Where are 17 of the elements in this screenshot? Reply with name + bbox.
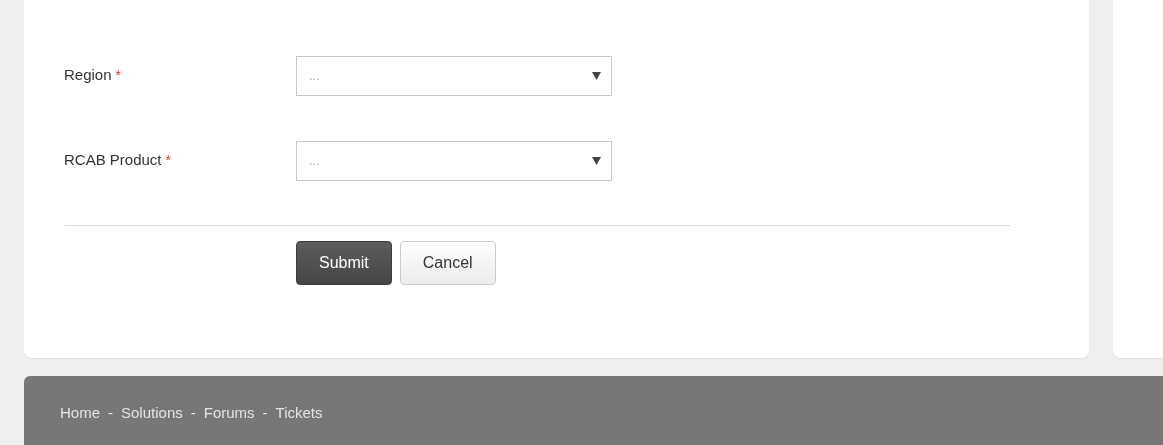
required-mark: * [115,67,121,84]
caret-icon [592,156,601,165]
required-mark: * [165,152,171,169]
field-label: Region [64,66,112,84]
caret-icon [592,71,601,80]
footer-link[interactable]: Forums [203,402,255,425]
separator: - [108,403,113,423]
submit-button[interactable]: Submit [296,241,392,285]
field-label: RCAB Product [64,151,162,169]
separator: - [262,403,268,423]
select-field[interactable]: ... [296,140,612,181]
footer-link[interactable]: Tickets [275,402,323,425]
select-field[interactable]: ... [296,55,612,96]
separator: - [190,403,196,423]
footer-link[interactable]: Solutions [121,402,183,425]
footer-link[interactable]: Home [60,402,100,425]
cancel-button[interactable]: Cancel [399,241,496,285]
